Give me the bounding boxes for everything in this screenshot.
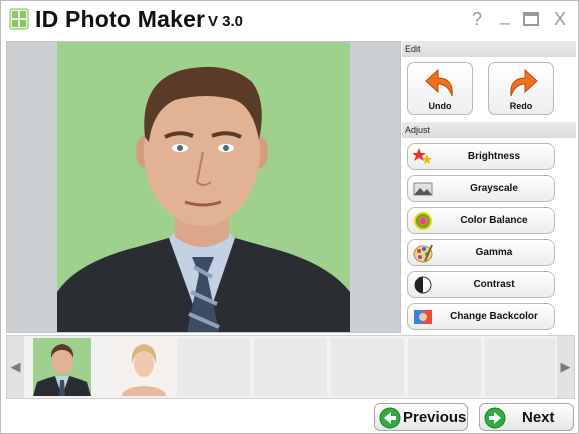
previous-label: Previous [403,409,467,426]
brightness-button[interactable]: Brightness [407,143,555,170]
next-button[interactable]: Next [479,403,574,431]
portrait-man-image [57,66,350,332]
palette-icon [413,244,433,263]
brightness-label: Brightness [467,151,521,162]
gamma-label: Gamma [475,247,513,258]
contrast-label: Contrast [473,279,515,290]
previous-button[interactable]: Previous [374,403,468,431]
maximize-icon [523,12,539,26]
next-arrow-icon [484,407,506,429]
grayscale-label: Grayscale [470,183,518,194]
next-label: Next [522,409,555,426]
redo-arrow-icon [510,68,538,97]
thumbnail-strip: ◀ ▶ [6,335,575,399]
strip-left-arrow[interactable]: ◀ [7,336,24,398]
thumbnail-man-image [33,344,91,396]
change-backcolor-label: Change Backcolor [450,311,538,322]
empty-thumbnail-slot [254,338,327,396]
app-title: ID Photo Maker [35,6,206,32]
thumbnail-woman[interactable] [115,338,173,396]
thumbnail-man[interactable] [33,338,91,396]
edit-section-header: Edit [402,41,576,57]
undo-label: Undo [428,101,452,111]
minimize-button[interactable]: _ [495,5,515,25]
redo-label: Redo [509,101,533,111]
grayscale-landscape-icon [413,182,433,196]
close-button[interactable]: X [550,9,570,29]
redo-button[interactable]: Redo [488,62,554,115]
app-version: V 3.0 [208,13,244,30]
grayscale-button[interactable]: Grayscale [407,175,555,202]
tools-panel: Edit Undo Redo Adjust Brightness Graysca… [402,41,576,333]
brightness-stars-icon [413,148,432,164]
change-backcolor-button[interactable]: Change Backcolor [407,303,555,330]
color-balance-label: Color Balance [460,215,528,226]
empty-thumbnail-slot [408,338,481,396]
thumbnail-woman-image [122,344,166,396]
undo-arrow-icon [425,68,453,97]
app-window: ID Photo Maker V 3.0 ? _ X Edit Undo Red… [0,0,579,434]
color-wheel-icon [414,212,432,230]
contrast-button[interactable]: Contrast [407,271,555,298]
maximize-button[interactable] [521,9,541,29]
app-logo-icon [9,8,29,30]
title-bar: ID Photo Maker V 3.0 ? _ X [1,1,578,37]
help-button[interactable]: ? [467,9,487,29]
adjust-section-header: Adjust [402,122,576,138]
undo-button[interactable]: Undo [407,62,473,115]
photo-preview [6,41,401,333]
backcolor-swatch-icon [414,310,432,324]
gamma-button[interactable]: Gamma [407,239,555,266]
portrait-photo [57,42,350,332]
empty-thumbnail-slot [485,338,555,396]
previous-arrow-icon [379,407,401,429]
empty-thumbnail-slot [177,338,250,396]
strip-right-arrow[interactable]: ▶ [557,336,574,398]
color-balance-button[interactable]: Color Balance [407,207,555,234]
contrast-circle-icon [414,276,432,294]
empty-thumbnail-slot [331,338,404,396]
